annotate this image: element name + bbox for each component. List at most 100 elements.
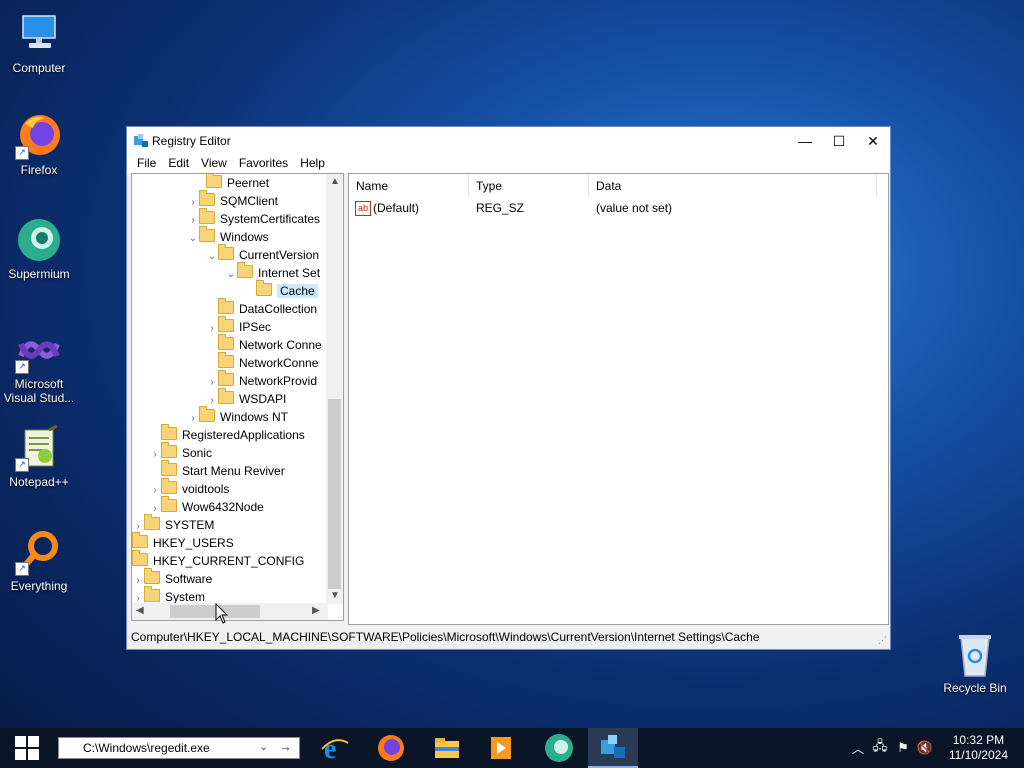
supermium-icon bbox=[545, 734, 573, 762]
resize-grip-icon[interactable]: ⋰ bbox=[878, 635, 887, 646]
folder-icon bbox=[199, 226, 215, 242]
taskbar-internet-explorer[interactable]: e bbox=[310, 728, 360, 768]
desktop-icon-visual-studio[interactable]: ↗ Microsoft Visual Stud... bbox=[2, 326, 76, 405]
desktop-icon-computer[interactable]: Computer bbox=[2, 10, 76, 75]
go-arrow-icon[interactable]: → bbox=[279, 739, 292, 754]
tree-item[interactable]: › Windows NT bbox=[187, 406, 288, 426]
taskbar-supermium[interactable] bbox=[534, 728, 584, 768]
registry-editor-window[interactable]: Registry Editor — ☐ ✕ File Edit View Fav… bbox=[126, 126, 891, 650]
folder-icon bbox=[132, 532, 148, 548]
desktop-icon-label: Supermium bbox=[8, 267, 70, 281]
folder-icon bbox=[144, 586, 160, 602]
start-button[interactable] bbox=[0, 728, 54, 768]
menu-view[interactable]: View bbox=[195, 155, 233, 173]
desktop-icon-label: Everything bbox=[10, 579, 68, 593]
scroll-right-icon[interactable]: ▶ bbox=[312, 605, 320, 616]
mouse-cursor-icon bbox=[215, 603, 229, 624]
tree-item-selected[interactable]: Cache bbox=[244, 280, 318, 300]
desktop-icon-everything[interactable]: ↗ Everything bbox=[2, 528, 76, 593]
value-row[interactable]: ab (Default) REG_SZ (value not set) bbox=[349, 198, 879, 218]
folder-open-icon bbox=[256, 280, 272, 296]
minimize-button[interactable]: — bbox=[788, 127, 822, 155]
desktop-icon-firefox[interactable]: ↗ Firefox bbox=[2, 112, 76, 177]
column-header-data[interactable]: Data bbox=[589, 174, 877, 198]
flag-icon[interactable]: ⚑ bbox=[892, 740, 914, 756]
everything-icon: ↗ bbox=[15, 528, 63, 576]
value-name: (Default) bbox=[373, 201, 420, 215]
menu-help[interactable]: Help bbox=[294, 155, 331, 173]
tree-item[interactable]: › Sonic bbox=[149, 442, 212, 462]
window-title: Registry Editor bbox=[152, 134, 231, 148]
scroll-up-icon[interactable]: ▲ bbox=[330, 176, 340, 187]
notepad-plus-plus-icon: ↗ bbox=[15, 424, 63, 472]
folder-icon bbox=[132, 550, 148, 566]
folder-icon bbox=[218, 352, 234, 368]
taskbar-media-player[interactable] bbox=[476, 728, 526, 768]
folder-icon bbox=[199, 190, 215, 206]
chevron-down-icon[interactable]: ⌄ bbox=[259, 740, 268, 753]
volume-muted-icon[interactable]: 🔇 bbox=[914, 740, 936, 756]
menu-edit[interactable]: Edit bbox=[162, 155, 195, 173]
tree-vertical-scrollbar[interactable]: ▲ ▼ bbox=[326, 174, 343, 604]
chevron-down-icon[interactable]: ⌄ bbox=[206, 248, 218, 266]
chevron-down-icon[interactable]: ⌄ bbox=[187, 230, 199, 248]
registry-editor-icon bbox=[133, 133, 149, 149]
column-header-name[interactable]: Name bbox=[349, 174, 469, 198]
tree-item[interactable]: › SYSTEM bbox=[132, 514, 214, 534]
chevron-down-icon[interactable]: ⌄ bbox=[225, 266, 237, 284]
desktop-icon-supermium[interactable]: Supermium bbox=[2, 216, 76, 281]
values-pane[interactable]: Name Type Data ab (Default) REG_SZ (valu… bbox=[348, 173, 889, 625]
tree-item[interactable]: ⌄ CurrentVersion bbox=[206, 244, 319, 266]
internet-explorer-icon: e bbox=[321, 734, 349, 763]
taskbar-clock[interactable]: 10:32 PM 11/10/2024 bbox=[949, 733, 1008, 763]
tree-item[interactable]: › WSDAPI bbox=[206, 388, 286, 408]
desktop-icon-recycle-bin[interactable]: Recycle Bin bbox=[940, 632, 1010, 695]
status-bar: Computer\HKEY_LOCAL_MACHINE\SOFTWARE\Pol… bbox=[131, 630, 760, 644]
column-header-type[interactable]: Type bbox=[469, 174, 589, 198]
folder-icon bbox=[218, 244, 234, 260]
value-type: REG_SZ bbox=[476, 201, 525, 215]
tree-horizontal-scrollbar[interactable]: ◀ ▶ bbox=[132, 603, 328, 620]
desktop-icon-label: Microsoft Visual Stud... bbox=[3, 377, 75, 405]
svg-text:e: e bbox=[324, 734, 336, 763]
network-icon[interactable]: 🖧 bbox=[868, 737, 892, 759]
tree-item[interactable]: › IPSec bbox=[206, 316, 271, 336]
media-player-icon bbox=[491, 737, 511, 759]
tree-item[interactable]: ⌄ Internet Set bbox=[225, 262, 320, 284]
scroll-left-icon[interactable]: ◀ bbox=[136, 605, 144, 616]
folder-icon bbox=[199, 208, 215, 224]
windows-logo-icon bbox=[15, 736, 39, 760]
folder-icon bbox=[218, 388, 234, 404]
key-tree-pane[interactable]: Peernet › SQMClient › SystemCertificates ⌄… bbox=[131, 173, 344, 621]
title-bar[interactable]: Registry Editor — ☐ ✕ bbox=[127, 127, 890, 155]
vertical-scroll-thumb[interactable] bbox=[328, 399, 341, 589]
tree-item[interactable]: HKEY_USERS bbox=[132, 532, 234, 552]
folder-icon bbox=[161, 442, 177, 458]
folder-icon bbox=[218, 316, 234, 332]
taskbar-firefox[interactable] bbox=[366, 728, 416, 768]
scroll-down-icon[interactable]: ▼ bbox=[330, 590, 340, 601]
chevron-up-icon[interactable]: ︿ bbox=[848, 740, 868, 757]
desktop-icon-label: Recycle Bin bbox=[943, 681, 1007, 695]
desktop-icon-label: Firefox bbox=[20, 163, 58, 177]
folder-icon bbox=[218, 298, 234, 314]
run-box[interactable]: ⌄ → bbox=[58, 737, 300, 759]
taskbar-registry-editor[interactable] bbox=[588, 728, 638, 768]
desktop-icon-notepad-plus-plus[interactable]: ↗ Notepad++ bbox=[2, 424, 76, 489]
menu-favorites[interactable]: Favorites bbox=[233, 155, 294, 173]
folder-icon bbox=[144, 568, 160, 584]
close-button[interactable]: ✕ bbox=[856, 127, 890, 155]
maximize-button[interactable]: ☐ bbox=[822, 127, 856, 155]
tree-item[interactable]: ⌄ Windows bbox=[187, 226, 269, 248]
firefox-icon bbox=[378, 735, 404, 761]
tree-item[interactable]: HKEY_CURRENT_CONFIG bbox=[132, 550, 304, 570]
value-data: (value not set) bbox=[596, 201, 673, 215]
taskbar-file-explorer[interactable] bbox=[422, 728, 472, 768]
folder-icon bbox=[161, 478, 177, 494]
folder-icon bbox=[199, 406, 215, 422]
menu-file[interactable]: File bbox=[131, 155, 162, 173]
run-input[interactable] bbox=[81, 740, 255, 756]
tree-item[interactable]: › Wow6432Node bbox=[149, 496, 264, 516]
tree-item[interactable]: RegisteredApplications bbox=[149, 424, 305, 444]
tree-item[interactable]: Start Menu Reviver bbox=[149, 460, 285, 480]
